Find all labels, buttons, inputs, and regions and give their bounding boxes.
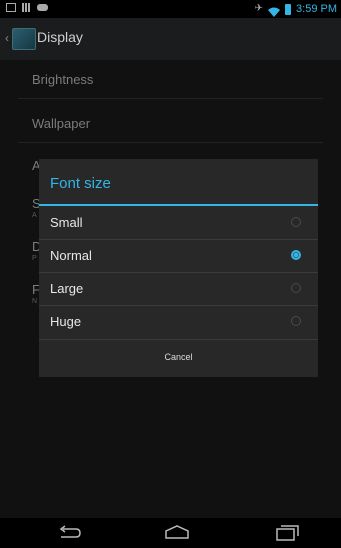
- wifi-icon: [268, 4, 281, 17]
- up-chevron-icon[interactable]: ‹: [5, 31, 9, 45]
- page-title: Display: [37, 29, 83, 45]
- recent-apps-icon[interactable]: [272, 523, 302, 543]
- clock: 3:59 PM: [296, 3, 337, 15]
- display-settings-icon[interactable]: [12, 28, 36, 50]
- system-icons: ✈ 3:59 PM: [254, 2, 337, 17]
- status-bar: ✈ 3:59 PM: [0, 0, 341, 18]
- option-large[interactable]: Large: [39, 273, 318, 305]
- radio-button-checked[interactable]: [291, 250, 301, 260]
- image-notification-icon: [6, 3, 16, 12]
- settings-item-d-summary: P: [32, 255, 37, 262]
- running-icon: ✈: [254, 3, 264, 14]
- divider: [18, 98, 323, 99]
- option-label: Normal: [50, 248, 92, 263]
- gamepad-notification-icon: [37, 4, 48, 11]
- notification-icons: [6, 3, 48, 12]
- radio-button[interactable]: [291, 217, 301, 227]
- option-label: Huge: [50, 314, 82, 329]
- dialog-title: Font size: [50, 175, 111, 192]
- option-huge[interactable]: Huge: [39, 306, 318, 338]
- action-bar: ‹ Display: [0, 18, 341, 60]
- option-label: Large: [50, 281, 84, 296]
- back-icon[interactable]: [55, 523, 85, 543]
- radio-button[interactable]: [291, 316, 301, 326]
- settings-item-s-summary: A: [32, 212, 37, 219]
- divider: [18, 142, 323, 143]
- option-label: Small: [50, 215, 83, 230]
- option-small[interactable]: Small: [39, 207, 318, 239]
- cancel-button[interactable]: Cancel: [39, 339, 318, 377]
- grid-notification-icon: [22, 3, 31, 12]
- cancel-label: Cancel: [164, 352, 193, 362]
- settings-item-brightness[interactable]: Brightness: [32, 72, 93, 87]
- option-normal[interactable]: Normal: [39, 240, 318, 272]
- settings-item-wallpaper[interactable]: Wallpaper: [32, 116, 90, 131]
- settings-item-f-summary: N: [32, 298, 38, 305]
- battery-icon: [285, 3, 292, 15]
- font-size-dialog: Font size Small Normal Large Huge Cancel: [39, 159, 318, 377]
- radio-button[interactable]: [291, 283, 301, 293]
- home-icon[interactable]: [162, 523, 192, 543]
- dialog-title-divider: [39, 204, 318, 206]
- navigation-bar: [0, 518, 341, 548]
